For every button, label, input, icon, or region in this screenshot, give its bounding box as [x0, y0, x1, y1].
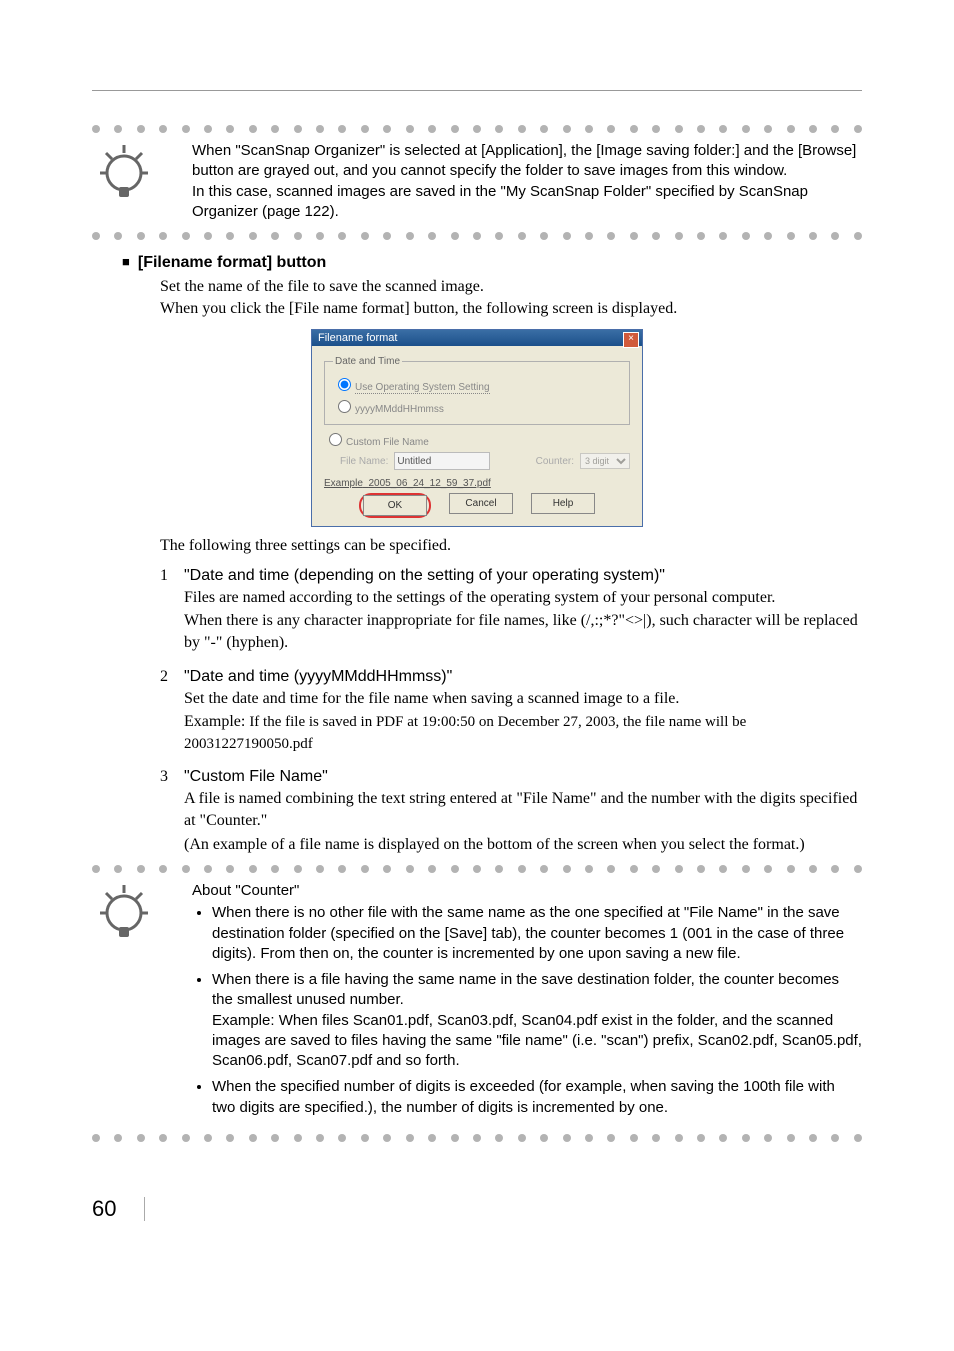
- about-b2b: Example: When files Scan01.pdf, Scan03.p…: [212, 1011, 862, 1072]
- about-b3: When the specified number of digits is e…: [212, 1077, 862, 1118]
- example-value: 2005_06_24_12_59_37.pdf: [368, 478, 490, 489]
- radio-yyyy[interactable]: [338, 400, 351, 413]
- dot-row: [92, 865, 862, 873]
- hint-icon: [92, 139, 156, 203]
- item3-p1: A file is named combining the text strin…: [184, 788, 862, 831]
- dot-row: [92, 1134, 862, 1142]
- opt1: Use Operating System Setting: [355, 382, 490, 394]
- cancel-button[interactable]: Cancel: [449, 493, 513, 514]
- opt2: yyyyMMddHHmmss: [355, 404, 444, 415]
- file-label: File Name:: [340, 456, 388, 467]
- help-button[interactable]: Help: [531, 493, 595, 514]
- close-icon[interactable]: ×: [623, 332, 639, 348]
- after-dialog: The following three settings can be spec…: [160, 535, 862, 557]
- item2-p2-lead: Example:: [184, 713, 249, 730]
- ok-button[interactable]: OK: [363, 495, 427, 516]
- filename-format-dialog: Filename format × Date and Time Use Oper…: [311, 329, 643, 527]
- item1-p2: When there is any character inappropriat…: [184, 610, 862, 653]
- counter-label: Counter:: [536, 456, 574, 467]
- hint-icon: [92, 879, 156, 943]
- item2-title: "Date and time (yyyyMMddHHmmss)": [184, 668, 452, 685]
- intro1: Set the name of the file to save the sca…: [160, 276, 862, 298]
- page-number: 60: [92, 1196, 116, 1222]
- section-heading: [Filename format] button: [122, 254, 862, 272]
- dot-row: [92, 232, 862, 240]
- dot-row: [92, 125, 862, 133]
- page-divider: [144, 1197, 145, 1221]
- item1-title: "Date and time (depending on the setting…: [184, 567, 665, 584]
- item1-p1: Files are named according to the setting…: [184, 587, 862, 609]
- group2-opt: Custom File Name: [346, 437, 429, 448]
- file-name-input[interactable]: [394, 452, 490, 470]
- radio-custom[interactable]: [329, 433, 342, 446]
- about-heading: About "Counter": [192, 881, 862, 901]
- radio-os-setting[interactable]: [338, 378, 351, 391]
- item3-title: "Custom File Name": [184, 768, 328, 785]
- intro2: When you click the [File name format] bu…: [160, 298, 862, 320]
- dialog-title: Filename format: [318, 332, 397, 344]
- tip1-p1: When "ScanSnap Organizer" is selected at…: [192, 141, 862, 182]
- item2-p1: Set the date and time for the file name …: [184, 688, 862, 710]
- item2-p2-rest: If the file is saved in PDF at 19:00:50 …: [184, 714, 746, 752]
- dialog-group1: Date and Time: [333, 356, 402, 367]
- counter-select[interactable]: 3 digit: [580, 453, 630, 469]
- example-label: Example: [324, 478, 363, 489]
- tip1-p2: In this case, scanned images are saved i…: [192, 182, 862, 223]
- about-b1: When there is no other file with the sam…: [212, 903, 862, 964]
- item3-p2: (An example of a file name is displayed …: [184, 834, 862, 856]
- about-b2a: When there is a file having the same nam…: [212, 970, 862, 1011]
- top-rule: [92, 90, 862, 91]
